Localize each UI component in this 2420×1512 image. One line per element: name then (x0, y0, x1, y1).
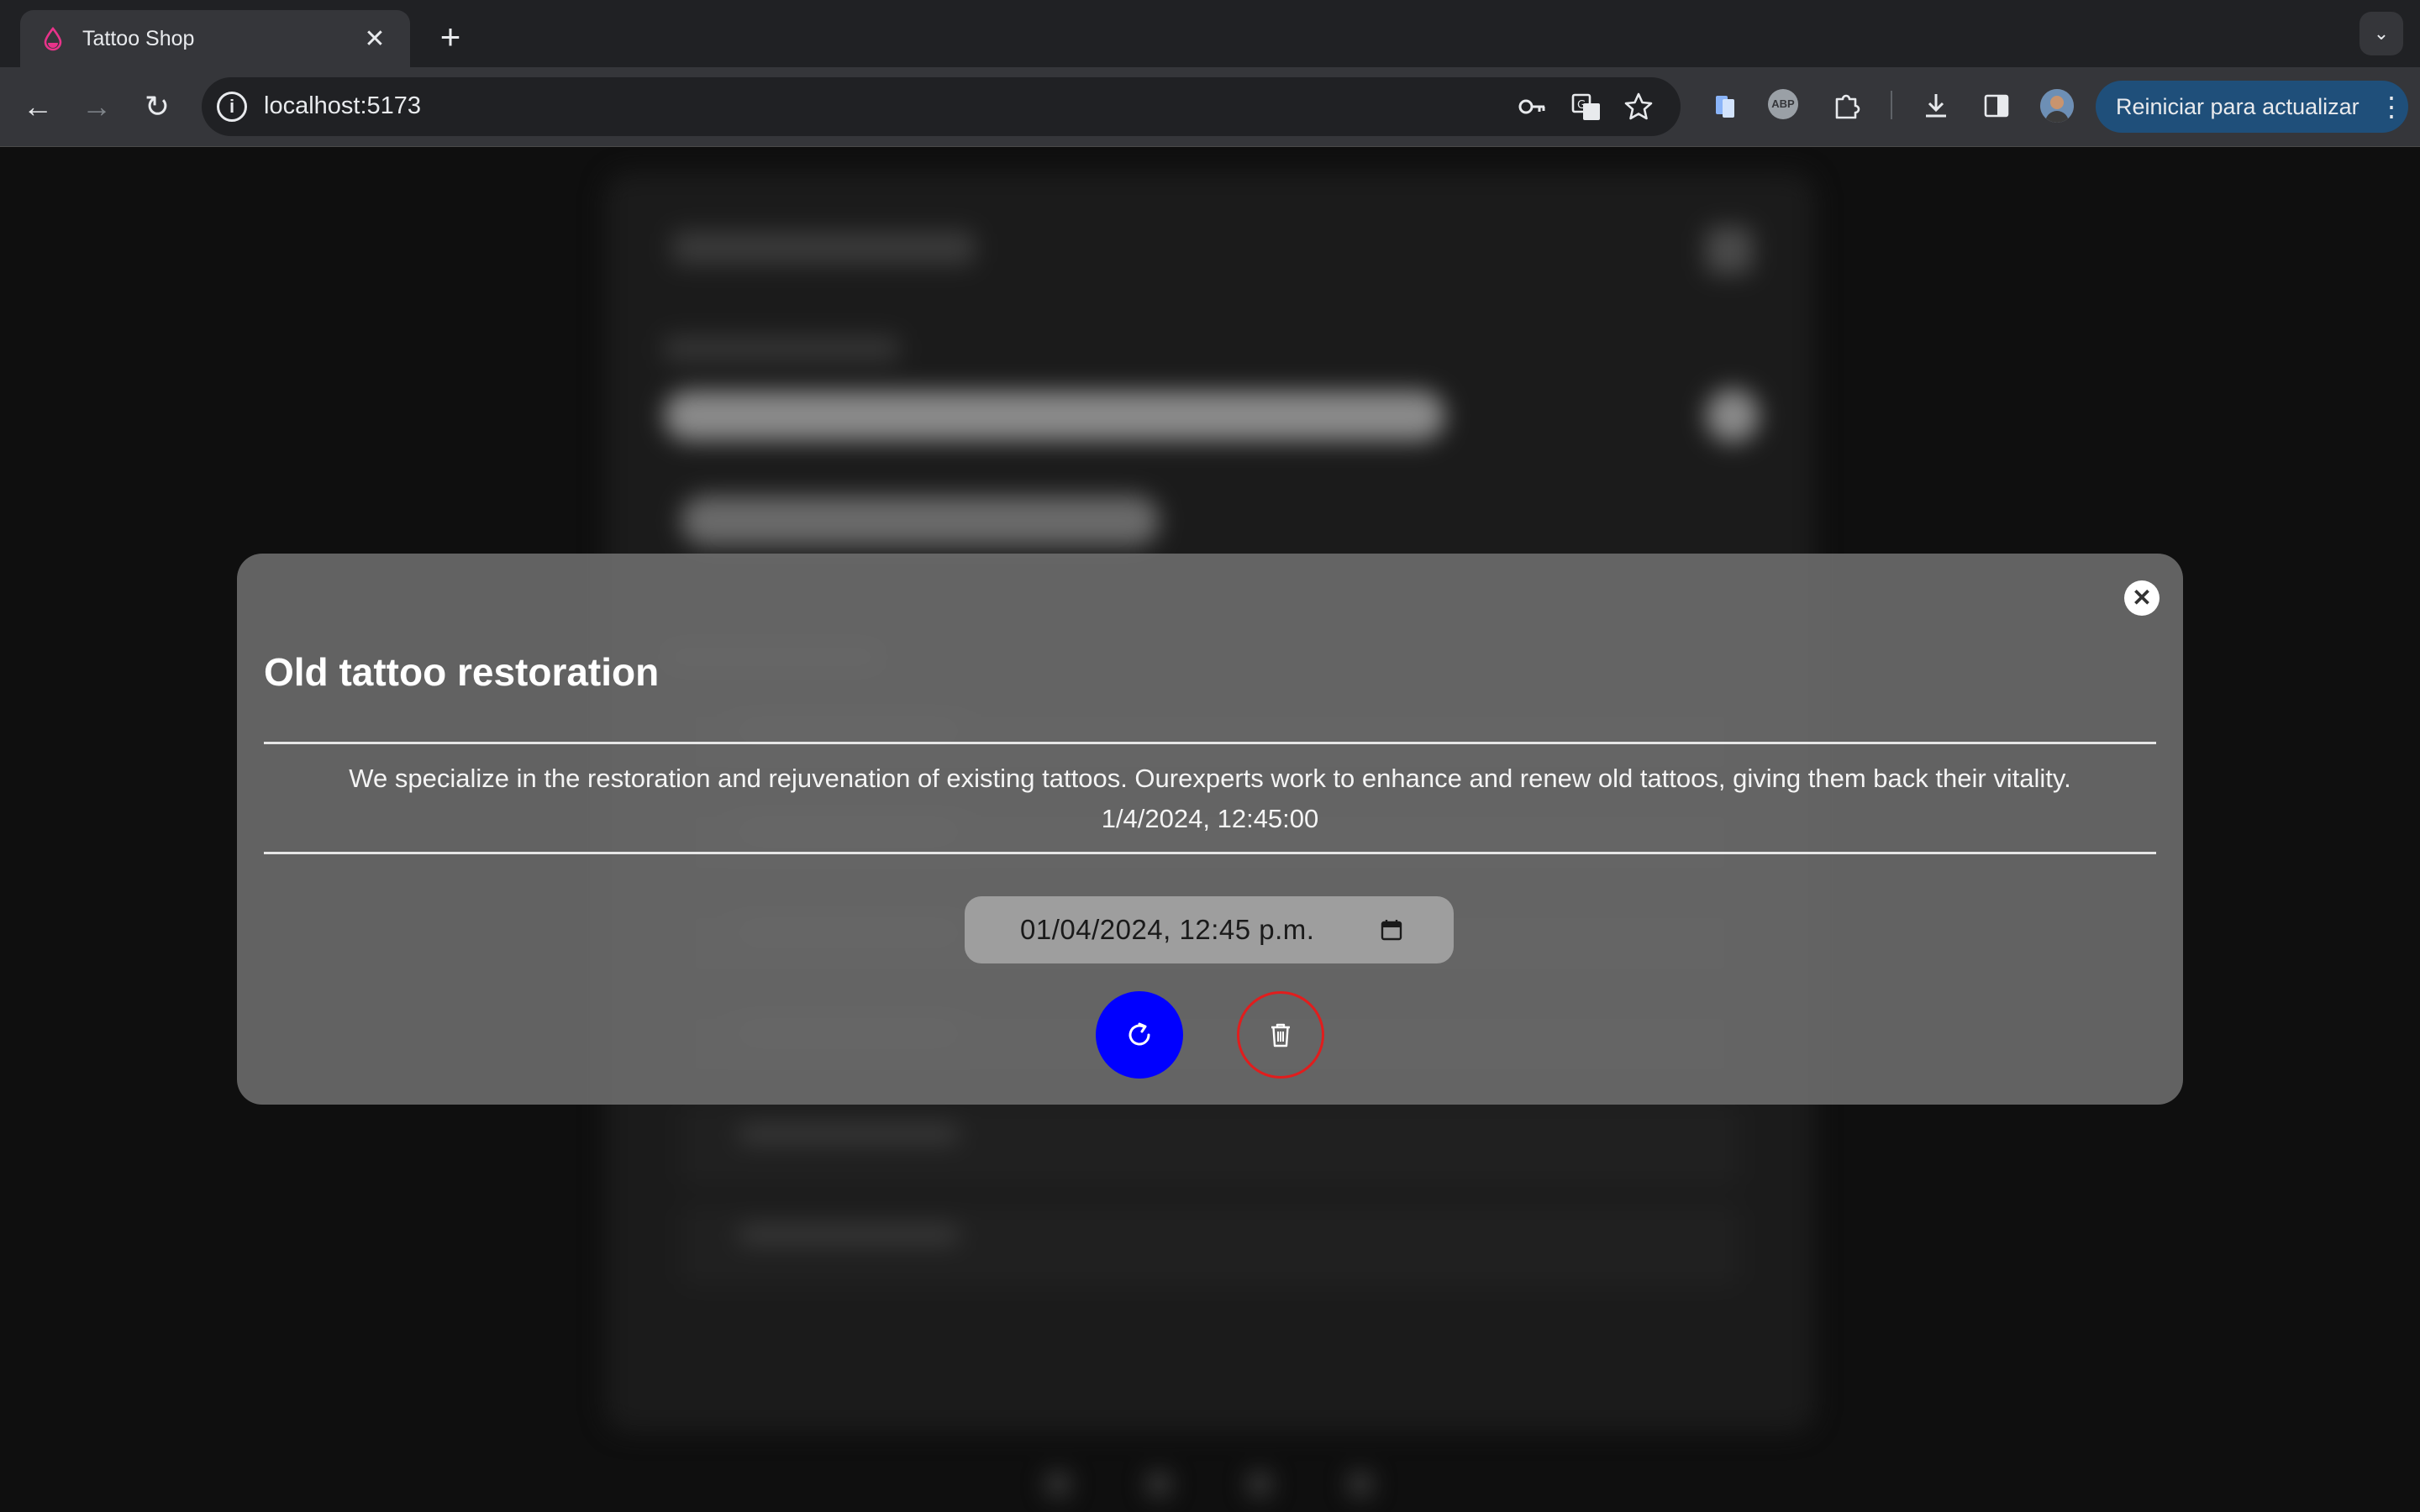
calendar-icon[interactable] (1380, 918, 1403, 942)
bottom-divider (264, 852, 2156, 854)
puzzle-icon[interactable] (1830, 89, 1864, 123)
side-panel-icon[interactable] (1980, 89, 2013, 123)
toolbar-divider (1891, 91, 1892, 119)
bookmark-star-icon[interactable] (1622, 90, 1655, 123)
address-bar[interactable]: i localhost:5173 G (202, 77, 1681, 136)
close-icon[interactable]: ✕ (2124, 580, 2160, 616)
tattoo-drop-icon (44, 26, 62, 51)
tab-search-icon[interactable]: ⌄ (2360, 12, 2403, 55)
update-button-label: Reiniciar para actualizar (2116, 93, 2360, 119)
modal-title: Old tattoo restoration (264, 650, 660, 694)
appointment-date-text: 1/4/2024, 12:45:00 (1101, 804, 1319, 833)
address-url[interactable]: localhost:5173 (264, 92, 421, 120)
new-tab-button[interactable]: + (427, 13, 474, 60)
svg-text:G: G (1577, 99, 1586, 112)
forward-arrow-icon[interactable]: → (76, 86, 118, 128)
browser-tab-bar: Tattoo Shop ✕ + ⌄ (0, 0, 2420, 67)
browser-toolbar: ← → ↻ i localhost:5173 G ABP Reiniciar p… (0, 67, 2420, 147)
translate-icon[interactable]: G (1570, 90, 1603, 123)
back-arrow-icon[interactable]: ← (17, 86, 59, 128)
appointment-modal: ✕ Old tattoo restoration We specialize i… (237, 554, 2183, 1105)
trash-icon (1271, 1023, 1290, 1047)
more-vert-icon[interactable]: ⋮ (2375, 91, 2408, 123)
update-chrome-button[interactable]: Reiniciar para actualizar ⋮ (2096, 81, 2408, 133)
profile-avatar[interactable] (2040, 89, 2074, 123)
tab-title: Tattoo Shop (82, 26, 195, 50)
site-info-icon[interactable]: i (217, 92, 247, 122)
tab-close-icon[interactable]: ✕ (360, 24, 390, 54)
delete-appointment-button[interactable] (1237, 991, 1324, 1079)
datetime-input[interactable]: 01/04/2024, 12:45 p.m. (965, 896, 1454, 963)
refresh-icon (1128, 1022, 1150, 1046)
update-appointment-button[interactable] (1096, 991, 1183, 1079)
password-key-icon[interactable] (1516, 90, 1549, 123)
datetime-value[interactable]: 01/04/2024, 12:45 p.m. (1020, 914, 1314, 946)
extension-icon[interactable] (1709, 89, 1743, 123)
top-divider (264, 742, 2156, 744)
browser-tab[interactable]: Tattoo Shop ✕ (20, 10, 410, 67)
reload-icon[interactable]: ↻ (136, 86, 178, 128)
download-icon[interactable] (1919, 89, 1953, 123)
adblock-icon[interactable]: ABP (1768, 89, 1798, 119)
service-description: We specialize in the restoration and rej… (349, 764, 2071, 793)
